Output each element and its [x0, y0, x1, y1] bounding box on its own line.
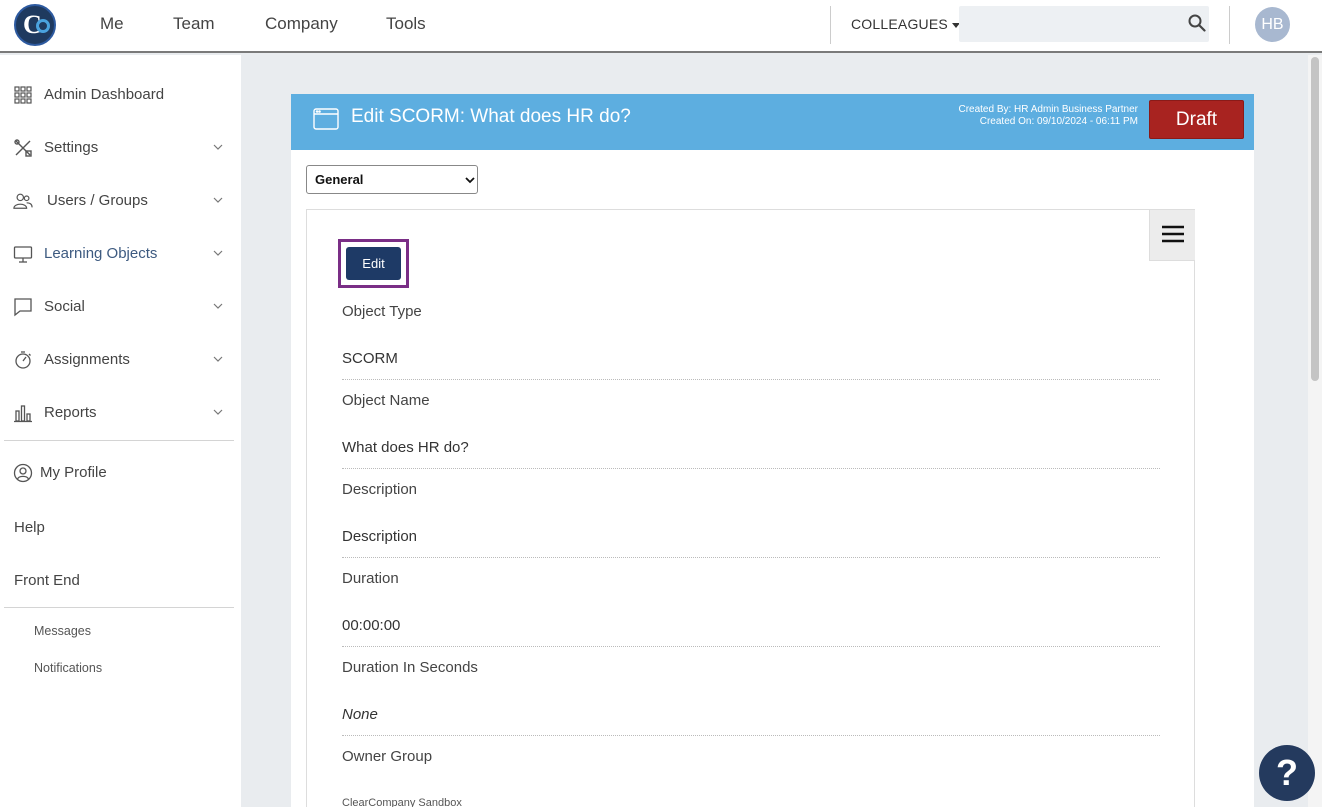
- colleagues-label: COLLEAGUES: [851, 16, 948, 32]
- chevron-down-icon: [213, 356, 223, 362]
- window-icon: [313, 108, 339, 130]
- field-value: SCORM: [342, 350, 398, 367]
- chevron-down-icon: [213, 303, 223, 309]
- sidebar-item-label: Users / Groups: [47, 192, 148, 209]
- nav-divider: [830, 6, 831, 44]
- field-value: 00:00:00: [342, 617, 401, 634]
- field-divider: [342, 557, 1160, 558]
- nav-company[interactable]: Company: [265, 14, 338, 34]
- field-divider: [342, 735, 1160, 736]
- sidebar-link-messages[interactable]: Messages: [34, 624, 91, 638]
- field-label: Duration In Seconds: [342, 659, 478, 676]
- nav-team[interactable]: Team: [173, 14, 215, 34]
- monitor-icon: [13, 246, 33, 263]
- details-card: Edit Object Type SCORM Object Name What …: [306, 209, 1195, 807]
- sidebar-item-assignments[interactable]: Assignments: [0, 340, 241, 380]
- nav-tools[interactable]: Tools: [386, 14, 426, 34]
- chevron-down-icon: [213, 250, 223, 256]
- sidebar-item-label: Assignments: [44, 351, 130, 368]
- sidebar-item-help[interactable]: Help: [0, 508, 241, 548]
- field-divider: [342, 379, 1160, 380]
- section-select-value: General: [315, 172, 364, 187]
- field-label: Owner Group: [342, 748, 433, 765]
- sidebar-item-label: My Profile: [40, 464, 107, 481]
- sidebar-item-reports[interactable]: Reports: [0, 393, 241, 433]
- help-button[interactable]: ?: [1259, 745, 1315, 801]
- top-navbar: C Me Team Company Tools COLLEAGUES HB: [0, 0, 1322, 53]
- sidebar-item-settings[interactable]: Settings: [0, 128, 241, 168]
- section-select[interactable]: General: [306, 165, 478, 194]
- menu-button[interactable]: [1149, 210, 1195, 261]
- tools-icon: [14, 139, 32, 157]
- created-on: Created On: 09/10/2024 - 06:11 PM: [979, 116, 1138, 127]
- sidebar-item-my-profile[interactable]: My Profile: [0, 453, 241, 493]
- sidebar-item-label: Help: [14, 519, 45, 536]
- stopwatch-icon: [15, 351, 31, 369]
- sidebar-divider: [4, 607, 234, 608]
- user-circle-icon: [13, 463, 33, 483]
- sidebar-item-label: Front End: [14, 572, 80, 589]
- search-input[interactable]: [959, 6, 1209, 42]
- edit-button[interactable]: Edit: [346, 247, 401, 280]
- field-label: Object Name: [342, 392, 430, 409]
- sidebar-item-front-end[interactable]: Front End: [0, 561, 241, 601]
- chevron-down-icon: [465, 177, 475, 184]
- created-by: Created By: HR Admin Business Partner: [958, 104, 1138, 115]
- scrollbar-thumb[interactable]: [1311, 57, 1319, 381]
- sidebar-item-label: Learning Objects: [44, 245, 158, 262]
- chevron-down-icon: [213, 144, 223, 150]
- users-icon: [13, 193, 33, 209]
- grid-icon: [14, 86, 32, 104]
- search-icon[interactable]: [1188, 14, 1206, 32]
- edit-highlight: Edit: [338, 239, 409, 288]
- field-label: Object Type: [342, 303, 422, 320]
- field-label: Duration: [342, 570, 399, 587]
- nav-divider: [1229, 6, 1230, 44]
- sidebar-item-label: Reports: [44, 404, 97, 421]
- chevron-down-icon: [213, 409, 223, 415]
- field-label: Description: [342, 481, 418, 498]
- bar-chart-icon: [14, 405, 32, 423]
- page-title: Edit SCORM: What does HR do?: [351, 106, 631, 127]
- sidebar-item-label: Social: [44, 298, 85, 315]
- panel-header: Edit SCORM: What does HR do? Created By:…: [291, 94, 1254, 150]
- sidebar-divider: [4, 440, 234, 441]
- field-value: Description: [342, 528, 418, 545]
- avatar[interactable]: HB: [1255, 7, 1290, 42]
- created-meta: Created By: HR Admin Business Partner Cr…: [958, 104, 1138, 128]
- sidebar-link-notifications[interactable]: Notifications: [34, 661, 102, 675]
- sidebar-item-users-groups[interactable]: Users / Groups: [0, 181, 241, 221]
- colleagues-dropdown[interactable]: COLLEAGUES: [851, 16, 960, 32]
- company-logo[interactable]: C: [14, 4, 56, 46]
- sidebar-item-label: Admin Dashboard: [44, 86, 165, 103]
- sidebar: Admin Dashboard Settings Users / Groups …: [0, 55, 241, 807]
- sidebar-item-admin-dashboard[interactable]: Admin Dashboard: [0, 75, 241, 115]
- field-divider: [342, 646, 1160, 647]
- chevron-down-icon: [213, 197, 223, 203]
- edit-scorm-panel: Edit SCORM: What does HR do? Created By:…: [291, 94, 1254, 807]
- field-value: ClearCompany Sandbox: [342, 797, 462, 807]
- status-badge[interactable]: Draft: [1149, 100, 1244, 139]
- field-divider: [342, 468, 1160, 469]
- field-value: What does HR do?: [342, 439, 469, 456]
- nav-me[interactable]: Me: [100, 14, 124, 34]
- field-value: None: [342, 706, 378, 723]
- hamburger-icon: [1162, 225, 1184, 243]
- sidebar-item-label: Settings: [44, 139, 99, 156]
- chat-icon: [14, 298, 32, 317]
- sidebar-item-social[interactable]: Social: [0, 287, 241, 327]
- sidebar-item-learning-objects[interactable]: Learning Objects: [0, 234, 241, 274]
